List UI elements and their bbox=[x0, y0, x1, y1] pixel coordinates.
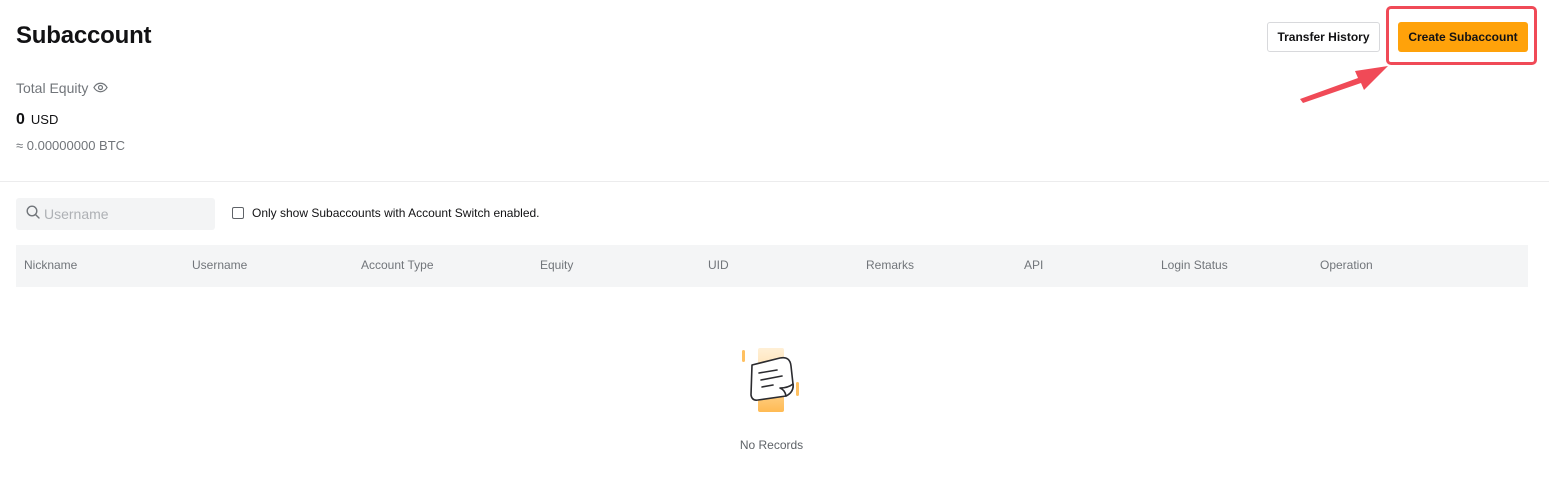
column-header-nickname: Nickname bbox=[24, 258, 78, 272]
highlight-box bbox=[1386, 6, 1537, 65]
total-equity-value: 0 USD bbox=[16, 111, 58, 129]
column-header-login-status: Login Status bbox=[1161, 258, 1228, 272]
equity-btc-estimate: ≈ 0.00000000 BTC bbox=[16, 138, 126, 153]
column-header-uid: UID bbox=[708, 258, 729, 272]
eye-icon[interactable] bbox=[93, 80, 109, 96]
search-icon bbox=[26, 204, 40, 224]
account-switch-filter[interactable]: Only show Subaccounts with Account Switc… bbox=[232, 206, 540, 220]
column-header-equity: Equity bbox=[540, 258, 574, 272]
username-search-input[interactable] bbox=[44, 206, 204, 222]
total-equity-label: Total Equity bbox=[16, 80, 109, 96]
column-header-operation: Operation bbox=[1320, 258, 1373, 272]
empty-state-text: No Records bbox=[739, 438, 804, 452]
account-switch-filter-label: Only show Subaccounts with Account Switc… bbox=[252, 206, 540, 220]
total-equity-label-text: Total Equity bbox=[16, 80, 89, 96]
transfer-history-button[interactable]: Transfer History bbox=[1267, 22, 1380, 52]
search-box[interactable] bbox=[16, 198, 215, 230]
column-header-remarks: Remarks bbox=[866, 258, 915, 272]
account-switch-checkbox[interactable] bbox=[232, 207, 244, 219]
empty-document-icon bbox=[738, 346, 804, 414]
equity-amount: 0 bbox=[16, 111, 25, 128]
subaccount-page: Subaccount Transfer History Create Subac… bbox=[0, 0, 1549, 482]
page-title: Subaccount bbox=[16, 22, 152, 49]
column-header-username: Username bbox=[192, 258, 248, 272]
annotation-arrow bbox=[1300, 66, 1388, 103]
equity-currency: USD bbox=[30, 112, 59, 127]
table-header: Nickname Username Account Type Equity UI… bbox=[16, 245, 1528, 287]
section-divider bbox=[0, 181, 1549, 182]
column-header-account-type: Account Type bbox=[361, 258, 434, 272]
column-header-api: API bbox=[1024, 258, 1044, 272]
